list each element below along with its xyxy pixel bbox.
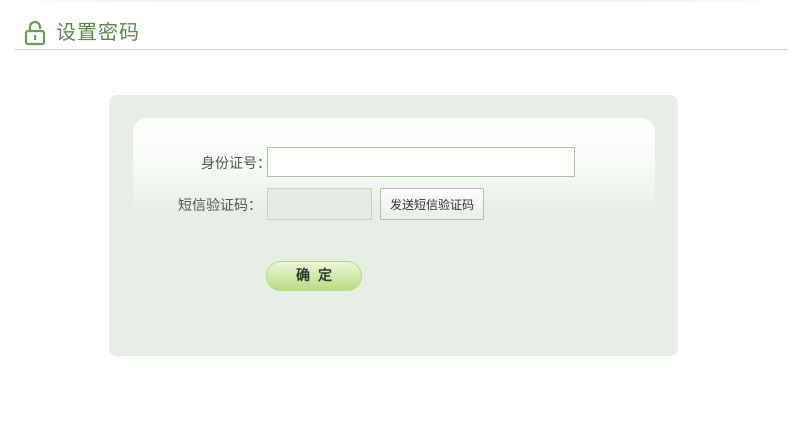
id-number-input[interactable] (267, 147, 575, 177)
page-header: 设置密码 (0, 0, 800, 50)
sms-code-label: 短信验证码： (178, 198, 262, 214)
sms-code-input[interactable] (267, 188, 372, 220)
send-sms-code-button[interactable]: 发送短信验证码 (380, 188, 484, 220)
id-number-label: 身份证号： (201, 156, 271, 172)
header-divider (14, 49, 788, 50)
form-panel: 身份证号： 短信验证码： 发送短信验证码 确定 (109, 95, 678, 356)
confirm-button[interactable]: 确定 (266, 261, 362, 291)
page-title: 设置密码 (56, 20, 140, 44)
lock-icon (24, 20, 46, 46)
